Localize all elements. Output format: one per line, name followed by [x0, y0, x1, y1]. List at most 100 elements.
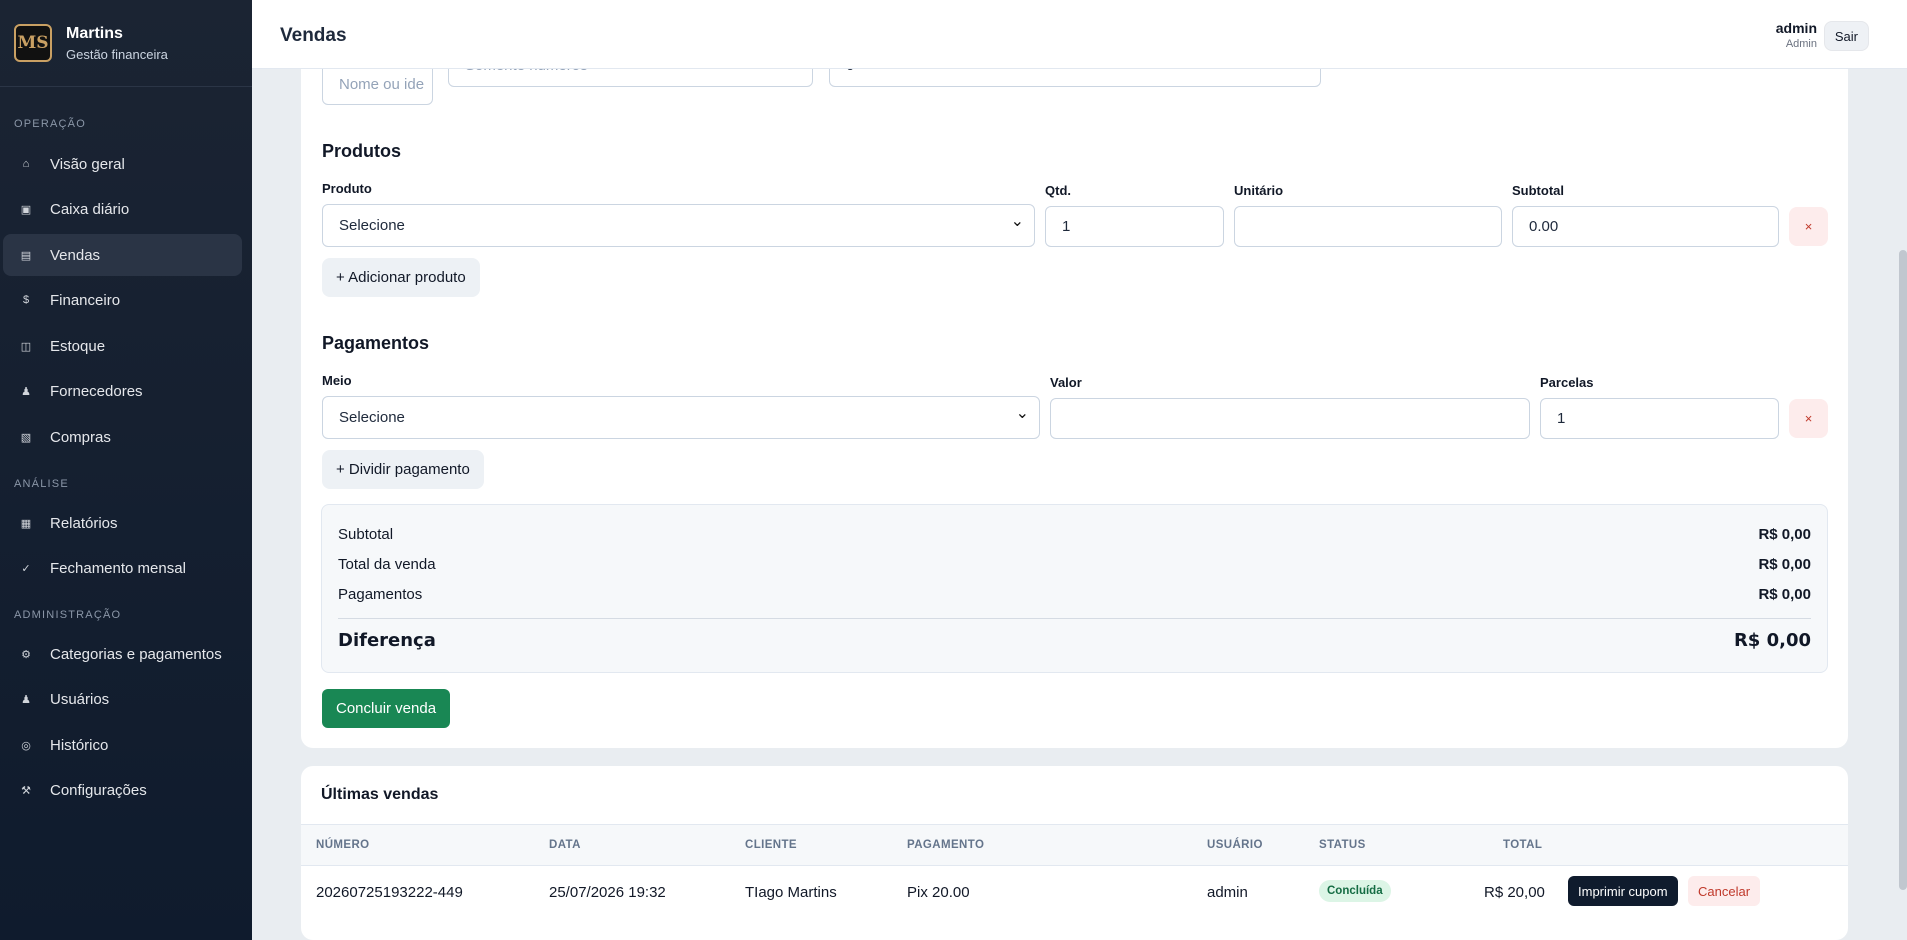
- recent-sales-card: Últimas vendas NÚMERO DATA CLIENTE PAGAM…: [301, 766, 1848, 940]
- sidebar-item-caixa-diario[interactable]: ▣ Caixa diário: [3, 188, 242, 230]
- summary-total-label: Total da venda: [338, 556, 436, 573]
- sidebar-item-usuarios[interactable]: ♟ Usuários: [3, 678, 242, 720]
- summary-total-row: Total da venda R$ 0,00: [338, 556, 1811, 573]
- cancel-sale-button[interactable]: Cancelar: [1688, 876, 1761, 906]
- sidebar-item-label: Usuários: [50, 690, 110, 708]
- recent-sales-title: Últimas vendas: [321, 786, 439, 803]
- tools-icon: ⚒: [21, 784, 31, 797]
- sidebar-item-label: Configurações: [50, 781, 147, 799]
- products-title: Produtos: [322, 141, 401, 161]
- sale-date: 25/07/2026 19:32: [549, 884, 666, 901]
- home-icon: ⌂: [22, 158, 30, 170]
- submit-sale-button[interactable]: Concluir venda: [322, 689, 451, 728]
- column-header-date: DATA: [549, 839, 581, 851]
- sale-summary: Subtotal R$ 0,00 Total da venda R$ 0,00 Pa…: [321, 504, 1828, 673]
- product-select[interactable]: Selecione: [322, 204, 1035, 247]
- summary-difference-row: Diferença R$ 0,00: [338, 630, 1811, 651]
- sidebar-item-historico[interactable]: ◎ Histórico: [3, 724, 242, 766]
- customer-name-input[interactable]: Nome ou ide: [322, 63, 433, 105]
- sidebar-item-relatorios[interactable]: ▦ Relatórios: [3, 502, 242, 544]
- summary-divider: [338, 618, 1811, 619]
- sidebar: MS Martins Gestão financeira OPERAÇÃO ⌂ V…: [0, 0, 252, 940]
- sidebar-item-label: Visão geral: [50, 155, 125, 173]
- sidebar-item-label: Histórico: [50, 736, 109, 754]
- nav-section-administracao: ADMINISTRAÇÃO: [14, 609, 122, 621]
- sale-number: 20260725193222-449: [316, 884, 463, 901]
- sale-total: R$ 20,00: [1484, 884, 1545, 901]
- brand-logo: MS: [14, 24, 52, 62]
- subtotal-label: Subtotal: [1512, 183, 1564, 198]
- page-scrollbar[interactable]: [1899, 250, 1907, 890]
- user-info: admin Admin: [1776, 20, 1817, 50]
- qty-input[interactable]: 1: [1045, 206, 1224, 247]
- column-header-total: TOTAL: [1503, 839, 1543, 851]
- dollar-icon: $: [22, 294, 30, 306]
- brand-subtitle: Gestão financeira: [66, 46, 168, 62]
- sale-customer: TIago Martins: [745, 884, 837, 901]
- sidebar-item-label: Caixa diário: [50, 200, 130, 218]
- qty-label: Qtd.: [1045, 183, 1071, 198]
- summary-difference-value: R$ 0,00: [1733, 630, 1811, 651]
- logout-button[interactable]: Sair: [1823, 21, 1869, 51]
- column-header-customer: CLIENTE: [745, 839, 797, 851]
- sidebar-item-label: Vendas: [50, 246, 101, 264]
- payment-value-input[interactable]: [1050, 398, 1530, 439]
- nav-section-analise: ANÁLISE: [14, 478, 69, 490]
- payment-method-label: Meio: [322, 373, 352, 388]
- sidebar-item-configuracoes[interactable]: ⚒ Configurações: [3, 769, 242, 811]
- receipt-icon: ▤: [20, 249, 32, 262]
- history-icon: ◎: [21, 739, 31, 752]
- check-icon: ✓: [21, 562, 31, 575]
- product-label: Produto: [322, 181, 372, 196]
- nav-section-operacao: OPERAÇÃO: [14, 118, 86, 130]
- sidebar-item-label: Estoque: [50, 337, 106, 355]
- sidebar-item-financeiro[interactable]: $ Financeiro: [3, 279, 242, 321]
- column-header-user: USUÁRIO: [1207, 839, 1263, 851]
- sidebar-item-compras[interactable]: ▧ Compras: [3, 416, 242, 458]
- user-icon: ♟: [21, 693, 31, 706]
- person-icon: ♟: [21, 385, 31, 398]
- payment-value-label: Valor: [1050, 375, 1082, 390]
- summary-payments-row: Pagamentos R$ 0,00: [338, 586, 1811, 603]
- status-badge: Concluída: [1319, 880, 1391, 902]
- sidebar-item-label: Categorias e pagamentos: [50, 645, 222, 663]
- remove-product-button[interactable]: ×: [1789, 207, 1828, 246]
- column-header-status: STATUS: [1319, 839, 1366, 851]
- sidebar-item-estoque[interactable]: ◫ Estoque: [3, 325, 242, 367]
- summary-payments-value: R$ 0,00: [1758, 586, 1811, 603]
- sale-payment: Pix 20.00: [907, 884, 970, 901]
- user-role: Admin: [1785, 38, 1817, 50]
- sale-user: admin: [1207, 884, 1248, 901]
- sidebar-item-label: Fechamento mensal: [50, 559, 186, 577]
- cash-register-icon: ▣: [20, 203, 32, 216]
- installments-input[interactable]: 1: [1540, 398, 1779, 439]
- payments-title: Pagamentos: [322, 333, 430, 353]
- sidebar-item-visao-geral[interactable]: ⌂ Visão geral: [3, 143, 242, 185]
- unit-price-label: Unitário: [1234, 183, 1284, 198]
- column-header-payment: PAGAMENTO: [907, 839, 985, 851]
- subtotal-input[interactable]: 0.00: [1512, 206, 1779, 247]
- brand: MS Martins Gestão financeira: [0, 0, 252, 87]
- remove-payment-button[interactable]: ×: [1789, 399, 1828, 438]
- installments-label: Parcelas: [1540, 375, 1594, 390]
- gear-icon: ⚙: [21, 648, 31, 661]
- page-title: Vendas: [280, 25, 347, 46]
- brand-name: Martins: [66, 24, 123, 42]
- sidebar-item-label: Financeiro: [50, 291, 121, 309]
- sidebar-item-label: Fornecedores: [50, 382, 143, 400]
- sidebar-item-label: Compras: [50, 428, 111, 446]
- sidebar-item-fornecedores[interactable]: ♟ Fornecedores: [3, 370, 242, 412]
- summary-total-value: R$ 0,00: [1758, 556, 1811, 573]
- sidebar-item-label: Relatórios: [50, 514, 118, 532]
- split-payment-button[interactable]: + Dividir pagamento: [322, 450, 484, 489]
- sidebar-item-fechamento-mensal[interactable]: ✓ Fechamento mensal: [3, 547, 242, 589]
- unit-price-input[interactable]: [1234, 206, 1502, 247]
- report-icon: ▦: [20, 517, 32, 530]
- sidebar-item-categorias[interactable]: ⚙ Categorias e pagamentos: [3, 633, 242, 675]
- sidebar-item-vendas[interactable]: ▤ Vendas: [3, 234, 242, 276]
- print-receipt-button[interactable]: Imprimir cupom: [1568, 876, 1678, 906]
- user-name: admin: [1775, 20, 1817, 36]
- payment-method-select[interactable]: Selecione: [322, 396, 1040, 439]
- summary-difference-label: Diferença: [338, 630, 436, 651]
- add-product-button[interactable]: + Adicionar produto: [322, 258, 480, 297]
